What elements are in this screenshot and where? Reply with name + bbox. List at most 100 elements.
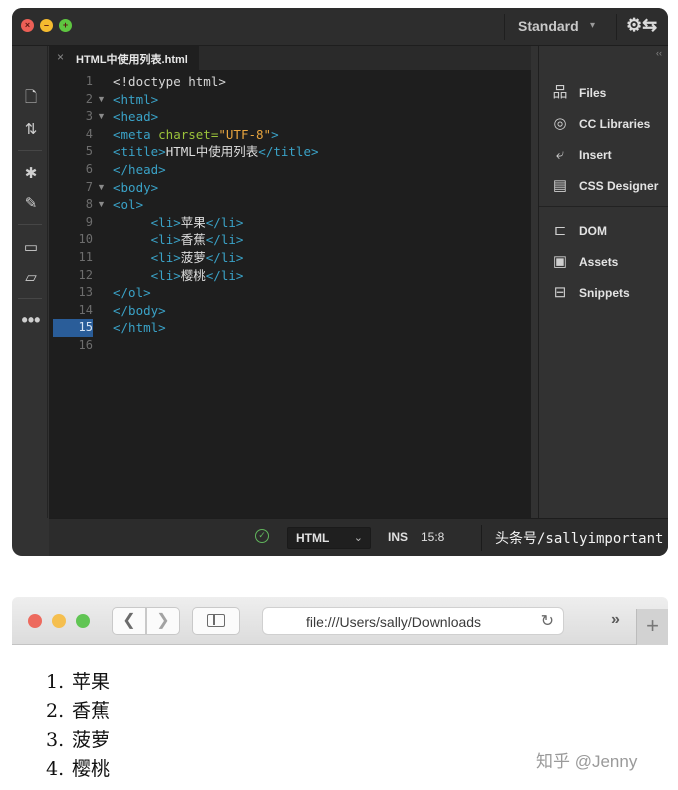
line-number: 1 — [85, 74, 93, 88]
list-item-text: 樱桃 — [72, 758, 111, 780]
code-token: charset= — [158, 126, 219, 142]
back-button[interactable]: ❮ — [112, 607, 146, 635]
code-token: <li> — [150, 267, 181, 283]
code-line[interactable]: <ol> — [113, 196, 143, 214]
list-item-number: 1. — [46, 671, 65, 693]
document-type-select[interactable]: HTML ⌄ — [287, 527, 371, 549]
code-line[interactable]: <head> — [113, 108, 158, 126]
files-tree-icon: 品 — [552, 84, 568, 101]
code-line[interactable]: </ol> — [113, 284, 151, 302]
code-token: </ol> — [113, 285, 151, 301]
fold-toggle-icon[interactable]: ▼ — [97, 91, 106, 109]
sidebar-toggle-button[interactable] — [192, 607, 240, 635]
code-token: </head> — [113, 162, 166, 177]
code-token: </li> — [205, 232, 244, 248]
code-editor[interactable]: 1 2 ▼ 3 ▼ 4 5 6 7 ▼ 8 ▼ 9 10 11 12 13 14 15 16 <!doctype ht… — [49, 70, 531, 518]
tab-filename: HTML中使用列表.html — [76, 54, 188, 66]
code-line[interactable]: <html> — [113, 91, 158, 109]
workspace-switcher[interactable]: Standard — [518, 18, 579, 34]
css-designer-icon: ▤ — [552, 177, 568, 194]
list-item-text: 苹果 — [72, 671, 111, 693]
panel-label: Files — [579, 86, 607, 100]
line-number: 13 — [78, 285, 93, 300]
code-token: "UTF-8" — [218, 126, 272, 142]
code-token: <title> — [113, 144, 166, 160]
code-token: <meta — [113, 126, 159, 142]
list-item: 3. 菠萝 — [46, 725, 110, 752]
zoom-icon: + — [62, 20, 69, 30]
address-text: file:///Users/sally/Downloads — [306, 614, 482, 630]
reload-icon[interactable]: ↻ — [541, 611, 554, 631]
code-token: > — [271, 126, 279, 142]
code-token: <html> — [113, 91, 159, 107]
expand-all-icon[interactable]: ✱ — [20, 164, 42, 184]
list-item: 4. 樱桃 — [46, 754, 110, 781]
line-number: 2 — [85, 91, 93, 106]
minimize-icon: – — [43, 20, 49, 30]
code-line[interactable]: <li>樱桃</li> — [113, 267, 244, 285]
code-token: <body> — [113, 179, 159, 195]
collapse-panels-icon[interactable]: ‹‹ — [656, 48, 662, 58]
panel-label: CSS Designer — [579, 179, 659, 193]
code-line[interactable]: <li>菠萝</li> — [113, 249, 244, 267]
code-line[interactable]: </html> — [113, 319, 166, 337]
code-token: HTML中使用列表 — [165, 144, 259, 160]
code-token: </li> — [205, 267, 244, 283]
address-bar[interactable]: file:///Users/sally/Downloads ↻ — [262, 607, 564, 635]
panel-label: Assets — [579, 255, 619, 269]
list-item-text: 菠萝 — [72, 729, 111, 751]
remove-comment-icon[interactable]: ▱ — [20, 268, 42, 288]
zoom-window-button[interactable] — [76, 614, 90, 628]
fold-toggle-icon[interactable]: ▼ — [97, 196, 106, 214]
line-number: 15 — [53, 319, 93, 337]
close-tab-icon[interactable]: × — [57, 50, 64, 64]
code-line[interactable]: <li>苹果</li> — [113, 214, 244, 232]
document-tab[interactable]: × HTML中使用列表.html — [49, 46, 199, 70]
close-icon: × — [24, 20, 31, 30]
forward-button[interactable]: ❯ — [146, 607, 180, 635]
sidebar-icon — [207, 614, 225, 627]
list-item-number: 3. — [46, 729, 65, 751]
code-line[interactable]: </body> — [113, 302, 166, 320]
more-options-icon[interactable]: ••• — [20, 310, 42, 330]
line-number: 5 — [85, 144, 93, 159]
insert-mode-indicator[interactable]: INS — [388, 530, 408, 544]
code-line[interactable]: <li>香蕉</li> — [113, 231, 244, 249]
fold-toggle-icon[interactable]: ▼ — [97, 179, 106, 197]
code-line[interactable]: <!doctype html> — [113, 73, 226, 91]
list-item: 2. 香蕉 — [46, 696, 110, 723]
list-item-text: 香蕉 — [72, 700, 111, 722]
format-source-icon[interactable]: ✎ — [20, 194, 42, 214]
line-number: 3 — [85, 109, 93, 124]
new-tab-button[interactable]: + — [636, 609, 668, 645]
code-token: <head> — [113, 109, 159, 125]
code-line[interactable]: </head> — [113, 161, 166, 179]
code-token: 樱桃 — [180, 267, 206, 283]
zoom-window-button[interactable]: + — [59, 19, 72, 32]
minimize-window-button[interactable]: – — [40, 19, 53, 32]
apply-comment-icon[interactable]: ▭ — [20, 238, 42, 258]
document-type-value: HTML — [296, 531, 330, 545]
close-window-button[interactable]: × — [21, 19, 34, 32]
no-errors-check-icon[interactable]: ✓ — [255, 529, 269, 543]
line-number: 14 — [78, 302, 93, 317]
close-window-button[interactable] — [28, 614, 42, 628]
code-token: </body> — [113, 302, 166, 318]
file-management-icon[interactable]: ⇅ — [20, 120, 42, 140]
code-line[interactable]: <body> — [113, 179, 158, 197]
code-line[interactable]: <meta charset="UTF-8"> — [113, 126, 279, 144]
divider — [18, 224, 42, 225]
cc-libraries-icon: ◎ — [553, 115, 567, 132]
sync-settings-gear-icon[interactable]: ⚙⇆ — [626, 15, 657, 36]
open-documents-icon[interactable]: 🗋 — [20, 88, 42, 108]
code-token: 香蕉 — [180, 232, 206, 248]
watermark-text: 头条号/sallyimportant — [495, 531, 664, 547]
divider — [616, 14, 617, 40]
fold-toggle-icon[interactable]: ▼ — [97, 108, 106, 126]
minimize-window-button[interactable] — [52, 614, 66, 628]
more-toolbar-items-icon[interactable]: » — [611, 611, 620, 629]
code-token: </html> — [113, 320, 166, 336]
list-item-number: 2. — [46, 700, 65, 722]
code-line[interactable]: <title>HTML中使用列表</title> — [113, 143, 319, 161]
address-fade — [493, 608, 533, 634]
